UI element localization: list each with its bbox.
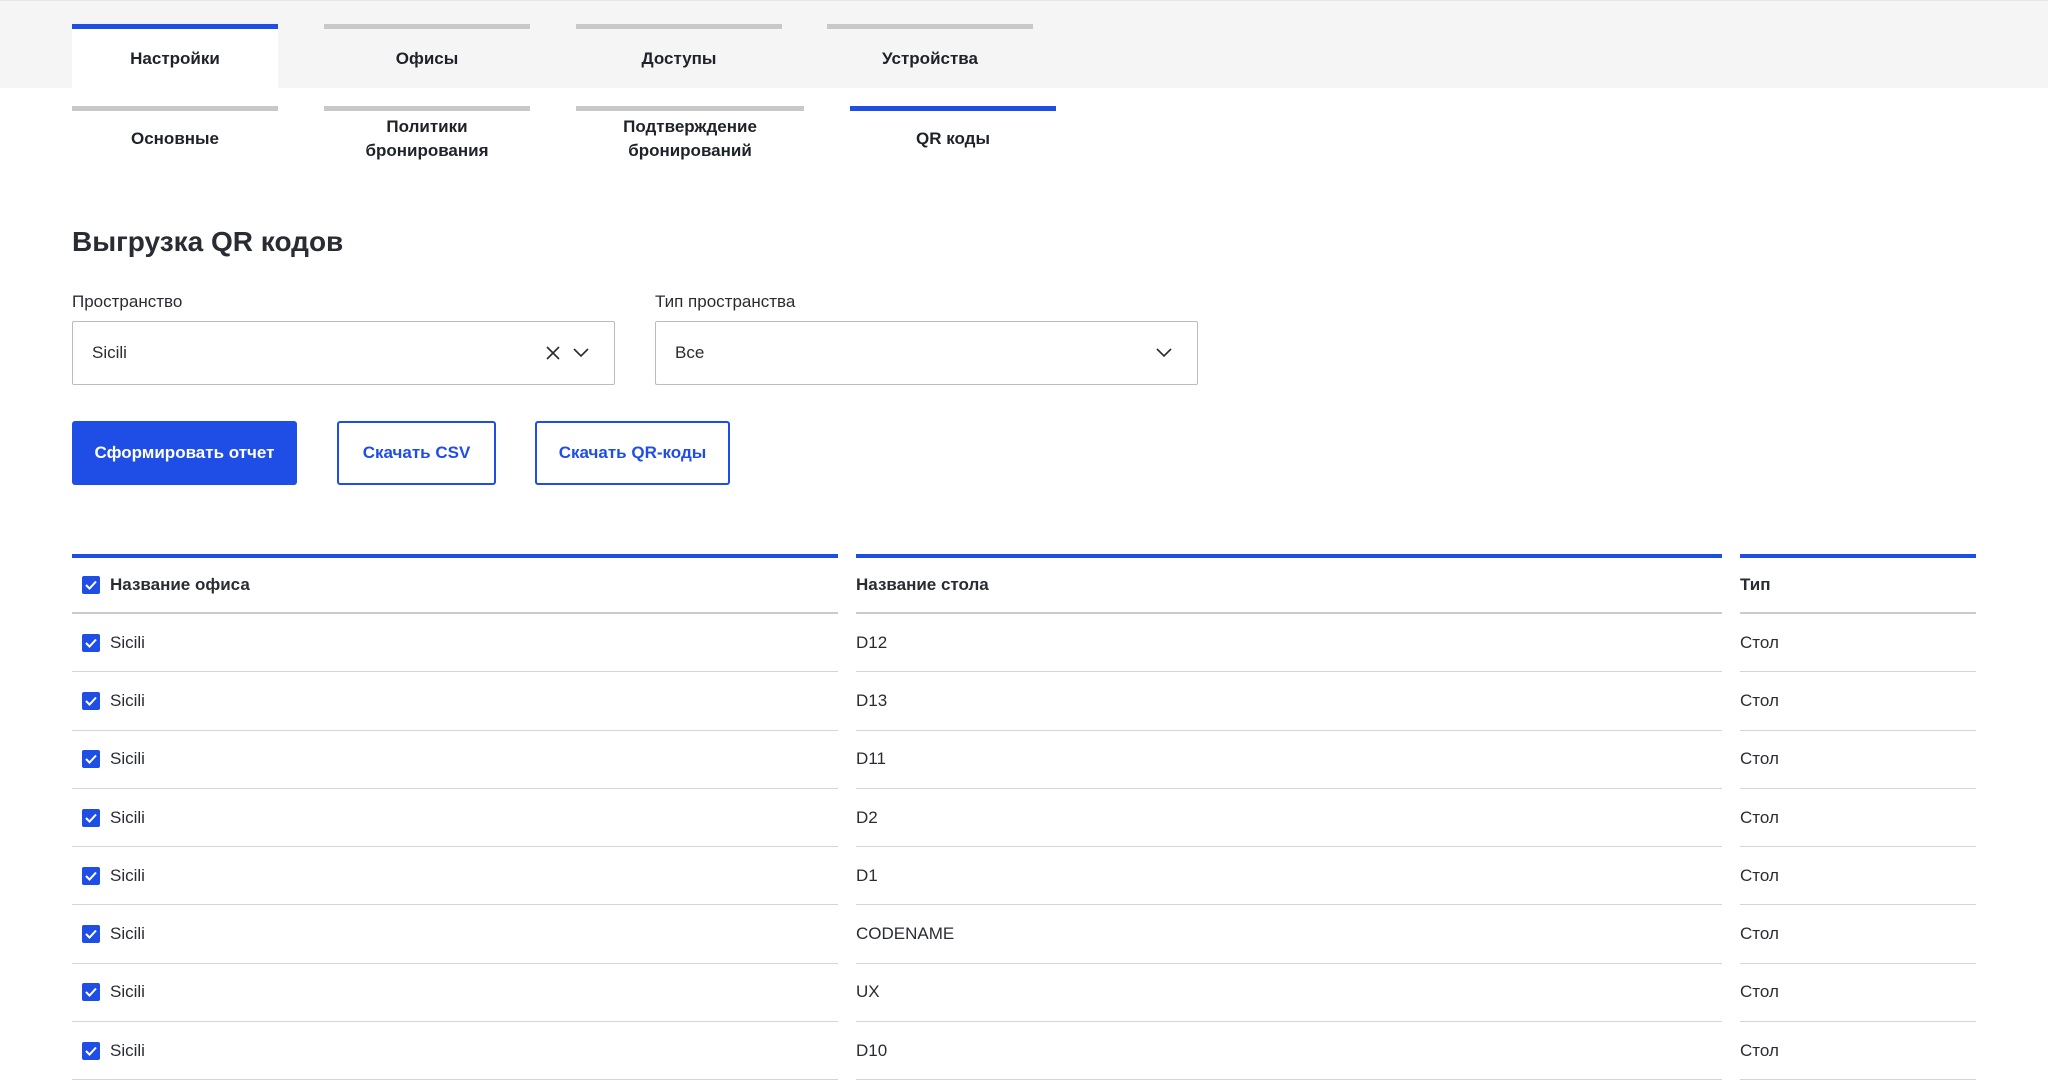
type-cell: Стол	[1740, 847, 1976, 906]
header-office-label: Название офиса	[110, 575, 250, 594]
header-desk-label: Название стола	[856, 575, 989, 594]
office-name: Sicili	[110, 924, 145, 944]
office-cell: Sicili	[72, 672, 838, 731]
office-cell: Sicili	[72, 847, 838, 906]
chevron-down-icon[interactable]	[1153, 342, 1175, 364]
office-cell: Sicili	[72, 614, 838, 673]
desk-cell: D10	[856, 1022, 1722, 1080]
row-checkbox[interactable]	[82, 750, 100, 769]
space-type-label: Тип пространства	[655, 292, 796, 311]
table-row: Sicili UX Стол	[0, 964, 2048, 1023]
desk-cell: D11	[856, 731, 1722, 789]
space-type-select[interactable]: Все	[655, 321, 1198, 385]
row-checkbox[interactable]	[82, 866, 100, 885]
office-name: Sicili	[110, 807, 145, 827]
office-cell: Sicili	[72, 789, 838, 848]
office-name: Sicili	[110, 690, 145, 710]
office-name: Sicili	[110, 632, 145, 652]
space-select[interactable]: Sicili	[72, 321, 615, 385]
download-qr-codes-button[interactable]: Скачать QR-коды	[535, 421, 730, 485]
type-cell: Стол	[1740, 964, 1976, 1023]
tab-devices[interactable]: Устройства	[827, 24, 1033, 89]
table-row: Sicili D13 Стол	[0, 672, 2048, 731]
subtab-booking-policies[interactable]: Политики бронирования	[324, 106, 530, 166]
office-name: Sicili	[110, 749, 145, 769]
office-cell: Sicili	[72, 731, 838, 789]
type-cell: Стол	[1740, 672, 1976, 731]
space-select-value: Sicili	[92, 343, 127, 362]
desk-cell: UX	[856, 964, 1722, 1023]
office-cell: Sicili	[72, 964, 838, 1023]
table-header-type: Тип	[1740, 554, 1976, 614]
tab-offices[interactable]: Офисы	[324, 24, 530, 89]
office-cell: Sicili	[72, 905, 838, 964]
space-type-select-value: Все	[675, 343, 705, 362]
header-type-label: Тип	[1740, 575, 1771, 594]
desk-cell: D13	[856, 672, 1722, 731]
subtab-qr-codes[interactable]: QR коды	[850, 106, 1056, 166]
table-header-desk: Название стола	[856, 554, 1722, 614]
office-name: Sicili	[110, 982, 145, 1002]
table-row: Sicili D2 Стол	[0, 789, 2048, 848]
table-row: Sicili D10 Стол	[0, 1022, 2048, 1080]
office-cell: Sicili	[72, 1022, 838, 1080]
table-row: Sicili D12 Стол	[0, 614, 2048, 673]
table-header-office: Название офиса	[72, 554, 838, 614]
type-cell: Стол	[1740, 731, 1976, 789]
table-row: Sicili D1 Стол	[0, 847, 2048, 906]
desk-cell: D2	[856, 789, 1722, 848]
office-name: Sicili	[110, 1040, 145, 1060]
row-checkbox[interactable]	[82, 1041, 100, 1060]
space-label: Пространство	[72, 292, 183, 311]
type-cell: Стол	[1740, 789, 1976, 848]
row-checkbox[interactable]	[82, 633, 100, 652]
top-tab-bar: Настройки Офисы Доступы Устройства	[0, 0, 2048, 89]
desk-cell: D12	[856, 614, 1722, 673]
office-name: Sicili	[110, 865, 145, 885]
download-csv-button[interactable]: Скачать CSV	[337, 421, 496, 485]
generate-report-button[interactable]: Сформировать отчет	[72, 421, 297, 485]
row-checkbox[interactable]	[82, 808, 100, 827]
row-checkbox[interactable]	[82, 925, 100, 944]
subtab-general[interactable]: Основные	[72, 106, 278, 166]
row-checkbox[interactable]	[82, 691, 100, 710]
tab-settings[interactable]: Настройки	[72, 24, 278, 89]
type-cell: Стол	[1740, 905, 1976, 964]
desk-cell: CODENAME	[856, 905, 1722, 964]
table-row: Sicili D11 Стол	[0, 731, 2048, 789]
page-title: Выгрузка QR кодов	[72, 226, 344, 257]
type-cell: Стол	[1740, 614, 1976, 673]
chevron-down-icon[interactable]	[570, 342, 592, 364]
tab-access[interactable]: Доступы	[576, 24, 782, 89]
subtab-booking-confirmation[interactable]: Подтверждение бронирований	[576, 106, 804, 166]
type-cell: Стол	[1740, 1022, 1976, 1080]
table-row: Sicili CODENAME Стол	[0, 905, 2048, 964]
close-icon[interactable]	[542, 342, 564, 364]
row-checkbox[interactable]	[82, 983, 100, 1002]
select-all-checkbox[interactable]	[82, 576, 100, 594]
desk-cell: D1	[856, 847, 1722, 906]
table-body: Sicili D12 Стол Sicili D13 Стол Sicili D…	[0, 614, 2048, 1080]
